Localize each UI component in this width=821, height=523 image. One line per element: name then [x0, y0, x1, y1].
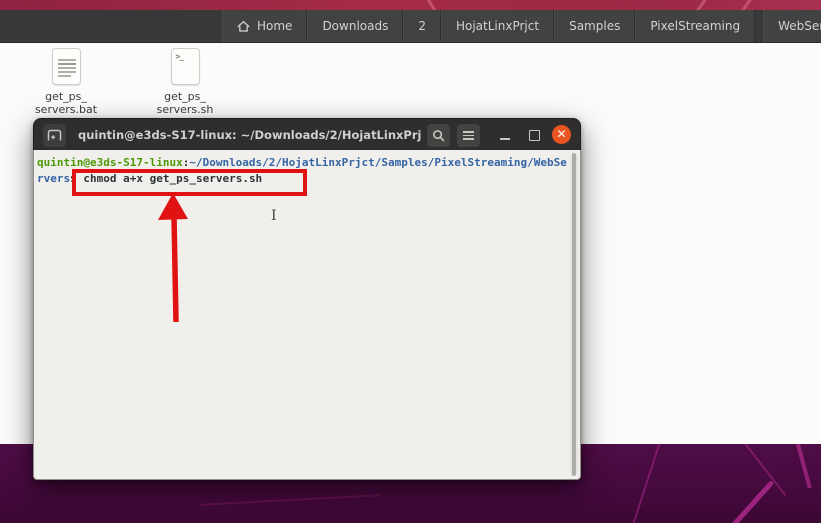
search-button[interactable] [427, 124, 450, 147]
pathbar-item-label: PixelStreaming [650, 19, 740, 33]
terminal-titlebar[interactable]: quintin@e3ds-S17-linux: ~/Downloads/2/Ho… [33, 118, 581, 150]
terminal-prompt-user: quintin@e3ds-S17-linux [37, 156, 183, 169]
batch-file-icon [52, 48, 81, 85]
document-lines [58, 59, 76, 79]
maximize-button[interactable] [529, 130, 540, 141]
file-item-get-ps-servers-sh[interactable]: >_ get_ps_ servers.sh [149, 48, 221, 116]
minimize-button[interactable] [500, 128, 512, 142]
terminal-output[interactable]: quintin@e3ds-S17-linux:~/Downloads/2/Hoj… [33, 150, 581, 480]
terminal-window-title: quintin@e3ds-S17-linux: ~/Downloads/2/Ho… [78, 119, 422, 151]
file-label: get_ps_ servers.sh [157, 90, 214, 116]
pathbar-item-webservers[interactable]: WebServers ▾ [763, 10, 821, 42]
scrollbar-thumb[interactable] [572, 153, 576, 476]
wallpaper-top-strip [0, 0, 821, 10]
pathbar: Home Downloads 2 HojatLinxPrjct Samples … [0, 10, 821, 43]
pathbar-item-label: Home [257, 19, 292, 33]
close-icon: ✕ [556, 127, 566, 141]
terminal-prompt-path: ~/Downloads/2/HojatLinxPrjct/Samples/Pix… [189, 156, 567, 169]
text-cursor: I [271, 208, 277, 224]
pathbar-item-hojatlinxprjct[interactable]: HojatLinxPrjct [441, 10, 554, 42]
annotation-arrow [130, 188, 220, 333]
pathbar-item-2[interactable]: 2 [403, 10, 441, 42]
minimize-icon [500, 138, 510, 140]
new-tab-icon [47, 129, 62, 142]
file-item-get-ps-servers-bat[interactable]: get_ps_ servers.bat [30, 48, 102, 116]
pathbar-item-label: Samples [569, 19, 620, 33]
pathbar-item-samples[interactable]: Samples [554, 10, 635, 42]
pathbar-item-home[interactable]: Home [222, 10, 307, 42]
pathbar-item-downloads[interactable]: Downloads [307, 10, 403, 42]
pathbar-item-label: HojatLinxPrjct [456, 19, 539, 33]
pathbar-item-label: 2 [418, 19, 426, 33]
terminal-scrollbar[interactable] [570, 153, 578, 476]
pathbar-item-pixelstreaming[interactable]: PixelStreaming [635, 10, 755, 42]
terminal-prompt-glyph: >_ [176, 52, 184, 61]
home-icon [237, 20, 250, 33]
terminal-prompt-path-wrap: rvers [37, 172, 70, 185]
menu-button[interactable] [457, 124, 480, 147]
hamburger-menu-icon [463, 129, 474, 142]
shell-script-icon: >_ [171, 48, 200, 85]
new-tab-button[interactable] [43, 124, 66, 147]
file-label: get_ps_ servers.bat [35, 90, 97, 116]
pathbar-item-label: Downloads [322, 19, 388, 33]
pathbar-item-label: WebServers [778, 19, 821, 33]
search-icon [432, 129, 445, 142]
close-button[interactable]: ✕ [552, 125, 571, 144]
